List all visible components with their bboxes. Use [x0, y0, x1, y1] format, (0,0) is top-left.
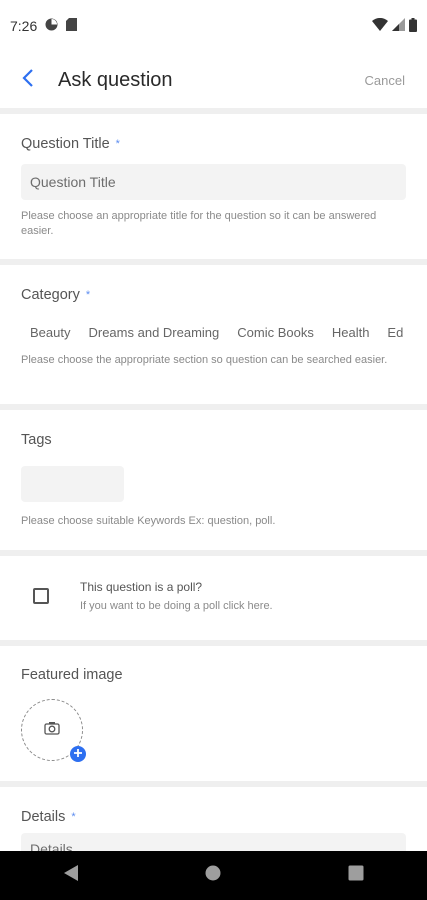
poll-subtitle: If you want to be doing a poll click her…	[80, 600, 273, 612]
category-chip-dreams[interactable]: Dreams and Dreaming	[79, 325, 228, 340]
featured-image-picker[interactable]	[21, 699, 86, 762]
tags-hint: Please choose suitable Keywords Ex: ques…	[21, 515, 276, 527]
question-title-label-text: Question Title	[21, 136, 110, 152]
nav-recents-button[interactable]	[336, 856, 376, 896]
camera-icon	[44, 721, 60, 740]
tags-input[interactable]	[21, 466, 124, 502]
cancel-button[interactable]: Cancel	[365, 73, 405, 88]
featured-image-label: Featured image	[21, 667, 123, 683]
divider	[0, 550, 427, 556]
poll-row[interactable]: This question is a poll? If you want to …	[0, 580, 427, 612]
category-hint: Please choose the appropriate section so…	[21, 354, 388, 366]
nav-back-button[interactable]	[51, 856, 91, 896]
category-chip-ed[interactable]: Ed	[378, 325, 406, 340]
category-label: Category *	[21, 287, 406, 303]
battery-icon	[409, 17, 417, 35]
question-title-input[interactable]: Question Title	[21, 164, 406, 200]
back-triangle-icon	[63, 864, 79, 887]
nav-home-button[interactable]	[193, 856, 233, 896]
plus-icon	[73, 745, 83, 763]
app-bar: Ask question Cancel	[0, 52, 427, 108]
system-nav-bar	[0, 851, 427, 900]
page-title: Ask question	[58, 68, 173, 91]
sd-card-icon	[66, 18, 78, 34]
category-label-text: Category	[21, 287, 80, 303]
signal-icon	[392, 18, 405, 34]
poll-title: This question is a poll?	[80, 580, 203, 594]
divider	[0, 259, 427, 265]
category-chip-comic-books[interactable]: Comic Books	[228, 325, 323, 340]
details-label: Details *	[21, 809, 406, 825]
recents-square-icon	[348, 865, 364, 886]
add-image-button[interactable]	[70, 746, 86, 762]
required-mark: *	[115, 138, 120, 150]
category-section: Category * Beauty Dreams and Dreaming Co…	[0, 287, 427, 368]
divider	[0, 781, 427, 787]
poll-checkbox[interactable]	[33, 588, 49, 604]
poll-text: This question is a poll? If you want to …	[80, 580, 273, 612]
featured-image-section: Featured image	[0, 667, 427, 762]
divider	[0, 404, 427, 410]
status-time: 7:26	[10, 18, 38, 34]
category-chip-health[interactable]: Health	[323, 325, 379, 340]
details-label-text: Details	[21, 809, 66, 825]
wifi-icon	[372, 17, 388, 34]
back-button[interactable]	[0, 52, 56, 108]
required-mark: *	[85, 289, 91, 301]
category-chip-beauty[interactable]: Beauty	[21, 325, 79, 340]
home-circle-icon	[205, 865, 221, 886]
divider	[0, 640, 427, 646]
question-title-section: Question Title * Question Title Please c…	[0, 136, 427, 239]
pie-icon	[45, 18, 58, 34]
back-arrow-icon	[22, 68, 34, 92]
tags-label: Tags	[21, 432, 52, 448]
category-chips: Beauty Dreams and Dreaming Comic Books H…	[21, 325, 406, 340]
divider	[0, 108, 427, 114]
question-title-label: Question Title *	[21, 136, 406, 152]
required-mark: *	[71, 811, 76, 823]
tags-section: Tags Please choose suitable Keywords Ex:…	[0, 432, 427, 529]
status-bar: 7:26	[0, 0, 427, 52]
question-title-hint: Please choose an appropriate title for t…	[21, 210, 377, 237]
